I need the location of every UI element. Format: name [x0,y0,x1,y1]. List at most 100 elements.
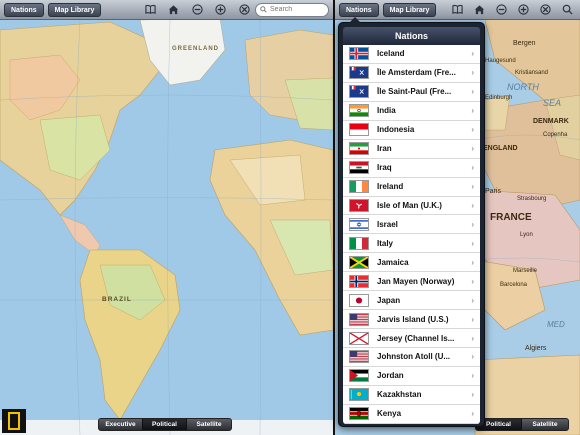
kenya-flag-icon [349,407,369,421]
ireland-flag-icon [349,180,369,194]
map-label-brazil: BRAZIL [102,296,132,303]
nation-row[interactable]: Indonesia › [343,121,480,140]
chevron-right-icon: › [471,144,474,154]
nation-row[interactable]: Iran › [343,140,480,159]
nations-button-right[interactable]: Nations [339,2,379,17]
mode-executive[interactable]: Executive [99,419,143,430]
map-label-lyon: Lyon [520,232,533,238]
search-icon[interactable] [560,3,574,17]
nation-row[interactable]: India › [343,102,480,121]
nation-row[interactable]: Isle of Man (U.K.) › [343,197,480,216]
nation-row[interactable]: Italy › [343,234,480,254]
nation-row[interactable]: Kenya › [343,405,480,424]
compass-icon[interactable] [237,3,251,17]
india-flag-icon [349,104,369,118]
nation-row[interactable]: Iceland › [343,45,480,64]
nation-name: Ireland [377,182,404,192]
nation-name: Indonesia [377,125,415,135]
nation-row[interactable]: Jersey (Channel Is... › [343,329,480,348]
nations-popover: Nations Iceland › Île Amsterdam (Fre... › Îl… [338,17,485,427]
map-mode-switch-right: Political Satellite [475,418,569,431]
nation-row[interactable]: Jamaica › [343,253,480,273]
right-toolbar: Nations Map Library [335,0,580,20]
nation-name: Israel [377,219,398,229]
mode-political[interactable]: Political [143,419,187,430]
map-label-kristiansand: Kristiansand [515,70,549,76]
map-label-sea: SEA [543,98,562,108]
italy-flag-icon [349,236,369,250]
nation-row[interactable]: Japan › [343,291,480,311]
map-label-med: MED [547,320,565,329]
map-label-copenhagen: Copenha [543,132,568,138]
map-label-edinburgh: Edinburgh [485,95,513,101]
chevron-right-icon: › [471,87,474,97]
nation-name: Iraq [377,163,392,173]
map-label-strasbourg: Strasbourg [517,196,547,202]
japan-flag-icon [349,293,369,307]
map-label-haugesund: Haugesund [485,58,516,64]
book-icon[interactable] [450,3,464,17]
book-icon[interactable] [143,3,157,17]
iraq-flag-icon [349,161,369,175]
iran-flag-icon [349,142,369,156]
search-field[interactable] [255,2,331,17]
world-map-pane[interactable]: GREENLAND BRAZIL Nations Map Library Exe… [0,0,333,435]
nation-row[interactable]: Île Saint-Paul (Fre... › [343,83,480,102]
zoom-in-icon[interactable] [214,3,228,17]
zoom-out-icon[interactable] [190,3,204,17]
nation-row[interactable]: Jarvis Island (U.S.) › [343,310,480,330]
nation-name: Iceland [377,49,405,59]
zoom-in-icon[interactable] [516,3,530,17]
chevron-right-icon: › [471,257,474,267]
isle-of-man-flag-icon [349,198,369,212]
chevron-right-icon: › [471,390,474,400]
search-icon [260,6,267,13]
home-icon[interactable] [167,3,181,17]
nation-row[interactable]: Kazakhstan › [343,386,480,405]
map-label-paris: Paris [485,188,501,195]
nation-name: Kazakhstan [377,390,422,400]
nation-row[interactable]: Johnston Atoll (U... › [343,348,480,367]
chevron-right-icon: › [471,276,474,286]
zoom-out-icon[interactable] [494,3,508,17]
nation-row[interactable]: Ireland › [343,178,480,197]
chevron-right-icon: › [471,49,474,59]
chevron-right-icon: › [471,68,474,78]
map-label-marseille: Marseille [513,268,538,274]
jersey-flag-icon [349,331,369,345]
chevron-right-icon: › [471,409,474,419]
chevron-right-icon: › [471,182,474,192]
nation-name: Johnston Atoll (U... [377,352,451,362]
nation-name: Jordan [377,371,404,381]
mode-satellite-right[interactable]: Satellite [522,419,568,430]
map-mode-switch-left: Executive Political Satellite [98,418,232,431]
nation-row[interactable]: Israel › [343,215,480,235]
mode-satellite[interactable]: Satellite [187,419,231,430]
nation-row[interactable]: Jan Mayen (Norway) › [343,272,480,292]
map-label-greenland: GREENLAND [172,46,220,52]
nation-name: Île Amsterdam (Fre... [377,68,456,78]
home-icon[interactable] [472,3,486,17]
jordan-flag-icon [349,369,369,383]
search-input[interactable] [270,6,331,13]
chevron-right-icon: › [471,200,474,210]
usa-flag-icon [349,350,369,364]
iceland-flag-icon [349,47,369,61]
kazakhstan-flag-icon [349,388,369,402]
map-library-button-right[interactable]: Map Library [382,2,437,17]
world-map[interactable] [0,0,333,435]
nations-button[interactable]: Nations [4,2,44,17]
map-library-button[interactable]: Map Library [47,2,102,17]
nation-row[interactable]: Jordan › [343,367,480,386]
nation-row[interactable]: Île Amsterdam (Fre... › [343,64,480,83]
map-label-barcelona: Barcelona [500,282,528,288]
chevron-right-icon: › [471,238,474,248]
nation-name: Jarvis Island (U.S.) [377,314,449,324]
nation-name: India [377,106,396,116]
jamaica-flag-icon [349,255,369,269]
nation-row[interactable]: Iraq › [343,159,480,178]
compass-icon[interactable] [538,3,552,17]
map-label-algiers: Algiers [525,345,547,352]
israel-flag-icon [349,217,369,231]
nation-list[interactable]: Iceland › Île Amsterdam (Fre... › Île Saint-… [343,45,480,424]
